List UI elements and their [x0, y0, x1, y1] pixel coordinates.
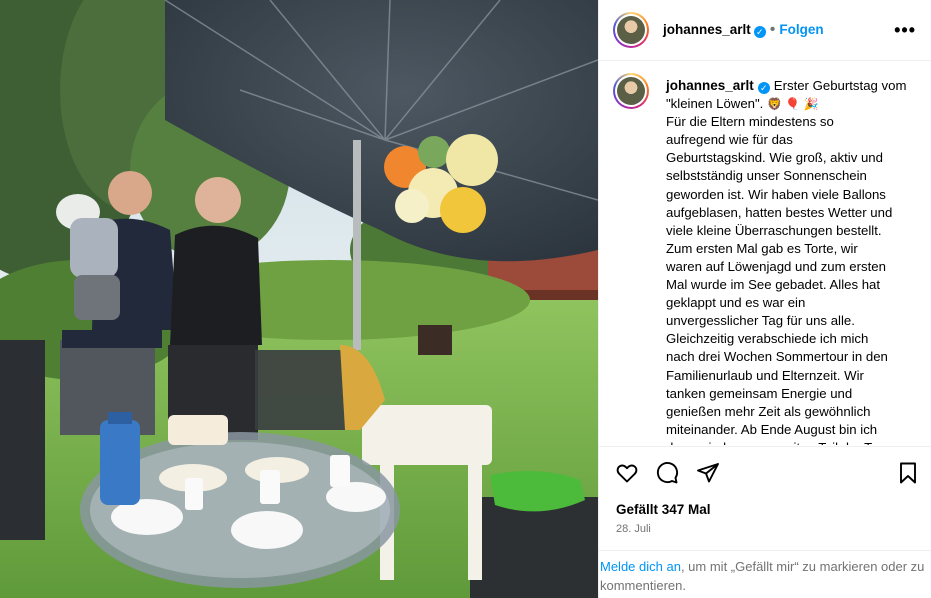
caption-line: selbstständig unser Sonnenschein [666, 168, 867, 184]
post-header: johannes_arlt ✓ • Folgen ••• [599, 0, 931, 61]
caption-line: Zum ersten Mal gab es Torte, wir [666, 240, 858, 256]
caption-line: aufregend wie für das [666, 132, 793, 148]
like-heart-icon[interactable] [615, 461, 639, 485]
caption-line: genießen mehr Zeit als gewöhnlich [666, 403, 871, 419]
caption-line: Für die Eltern mindestens so [666, 114, 834, 130]
caption-line: aufgeblasen, hatten bestes Wetter und [666, 204, 893, 220]
caption-emojis: 🦁 🎈 🎉 [767, 97, 819, 112]
author-avatar[interactable] [613, 12, 649, 48]
caption-verified-badge-icon: ✓ [757, 82, 770, 94]
caption-line: unvergesslicher Tag für uns alle. [666, 313, 855, 329]
verified-badge-icon: ✓ [753, 26, 766, 38]
share-send-icon[interactable] [696, 461, 720, 485]
save-bookmark-icon[interactable] [896, 461, 920, 485]
post-caption: johannes_arlt ✓ Erster Geburtstag vom "kle… [666, 77, 911, 445]
login-link[interactable]: Melde dich an [600, 559, 681, 574]
caption-line: nach drei Wochen Sommertour in den [666, 349, 888, 365]
post-actions: Gefällt 347 Mal 28. Juli [599, 446, 931, 556]
author-username[interactable]: johannes_arlt [663, 22, 751, 37]
caption-line: miteinander. Ab Ende August bin ich [666, 421, 878, 437]
instagram-post-view: johannes_arlt ✓ • Folgen ••• johannes_arlt ✓… [0, 0, 931, 598]
caption-line: geklappt und es war ein [666, 295, 806, 311]
caption-line: viele kleine Überraschungen bestellt. [666, 222, 882, 238]
post-photo[interactable] [0, 0, 598, 598]
more-options-icon[interactable]: ••• [894, 20, 916, 41]
likes-count[interactable]: Gefällt 347 Mal [616, 502, 711, 517]
caption-line: Geburtstagskind. Wie groß, aktiv und [666, 150, 883, 166]
birthday-garden-photo [0, 0, 598, 598]
caption-body: Für die Eltern mindestens so aufregend wi… [666, 113, 911, 445]
separator-dot: • [769, 21, 776, 38]
caption-username[interactable]: johannes_arlt [666, 78, 754, 93]
caption-line: Familienurlaub und Elternzeit. Wir [666, 367, 864, 383]
caption-area: johannes_arlt ✓ Erster Geburtstag vom "kle… [599, 61, 931, 445]
caption-line: dann wieder zum zweiten Teil der Tour [666, 439, 911, 445]
caption-line: tanken gemeinsam Energie und [666, 385, 853, 401]
caption-line: Gleichzeitig verabschiede ich mich [666, 331, 869, 347]
post-date[interactable]: 28. Juli [616, 523, 651, 535]
caption-author-avatar[interactable] [613, 73, 649, 109]
caption-line: waren auf Löwenjagd und zum ersten [666, 258, 886, 274]
login-prompt: Melde dich an, um mit „Gefällt mir“ zu m… [599, 550, 931, 598]
caption-line: geworden ist. Wir haben viele Ballons [666, 186, 886, 202]
caption-line: Mal wurde im See gebadet. Alles hat [666, 277, 881, 293]
comment-icon[interactable] [655, 461, 679, 485]
post-side-panel: johannes_arlt ✓ • Folgen ••• johannes_arlt ✓… [598, 0, 931, 598]
follow-button[interactable]: Folgen [779, 22, 823, 37]
